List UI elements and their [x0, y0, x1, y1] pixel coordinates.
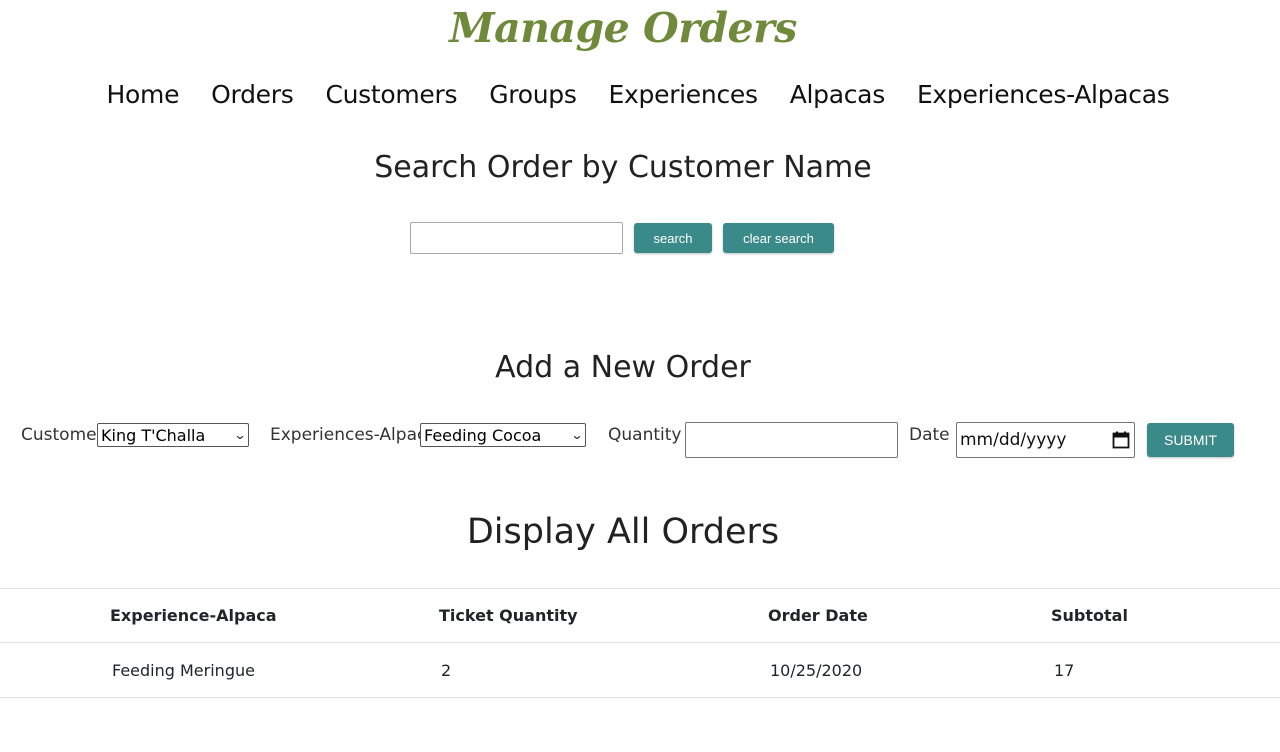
nav-experiences[interactable]: Experiences	[609, 80, 758, 109]
column-header-experience-alpaca: Experience-Alpaca	[110, 606, 277, 625]
add-order-heading: Add a New Order	[495, 350, 751, 385]
experience-alpaca-label: Experiences-Alpaca	[270, 425, 437, 445]
calendar-icon[interactable]	[1112, 431, 1130, 449]
table-row: Feeding Meringue 2 10/25/2020 17	[0, 642, 1280, 697]
cell-order-date: 10/25/2020	[770, 661, 863, 680]
cell-ticket-quantity: 2	[441, 661, 452, 680]
main-nav: Home Orders Customers Groups Experiences…	[0, 80, 1276, 109]
nav-home[interactable]: Home	[107, 80, 180, 109]
date-placeholder: mm/dd/yyyy	[960, 430, 1067, 450]
nav-experiences-alpacas[interactable]: Experiences-Alpacas	[917, 80, 1170, 109]
table-header-row: Experience-Alpaca Ticket Quantity Order …	[0, 588, 1280, 642]
column-header-subtotal: Subtotal	[1051, 606, 1128, 625]
date-label: Date	[909, 425, 950, 445]
date-input[interactable]: mm/dd/yyyy	[956, 422, 1135, 458]
chevron-down-icon: ⌄	[570, 428, 584, 442]
experience-alpaca-select-value: Feeding Cocoa	[424, 425, 542, 445]
nav-alpacas[interactable]: Alpacas	[790, 80, 886, 109]
customer-select-value: King T'Challa	[101, 425, 206, 445]
nav-customers[interactable]: Customers	[325, 80, 457, 109]
search-heading: Search Order by Customer Name	[374, 150, 872, 185]
customer-label: Customer	[21, 425, 104, 445]
clear-search-button[interactable]: clear search	[723, 223, 834, 253]
nav-groups[interactable]: Groups	[489, 80, 577, 109]
nav-orders[interactable]: Orders	[211, 80, 294, 109]
column-header-ticket-quantity: Ticket Quantity	[439, 606, 578, 625]
page-title: Manage Orders	[449, 4, 797, 52]
column-header-order-date: Order Date	[768, 606, 868, 625]
search-button[interactable]: search	[634, 223, 712, 253]
quantity-input[interactable]	[685, 422, 898, 458]
customer-select[interactable]: King T'Challa ⌄	[97, 423, 249, 447]
cell-subtotal: 17	[1054, 661, 1075, 680]
experience-alpaca-select[interactable]: Feeding Cocoa ⌄	[420, 423, 586, 447]
table-row	[0, 697, 1280, 752]
chevron-down-icon: ⌄	[233, 428, 247, 442]
display-orders-heading: Display All Orders	[466, 512, 780, 552]
cell-experience-alpaca: Feeding Meringue	[112, 661, 255, 680]
submit-button[interactable]: SUBMIT	[1147, 423, 1234, 457]
search-input[interactable]	[410, 222, 623, 254]
orders-table: Experience-Alpaca Ticket Quantity Order …	[0, 588, 1280, 752]
quantity-label: Quantity	[608, 425, 682, 445]
